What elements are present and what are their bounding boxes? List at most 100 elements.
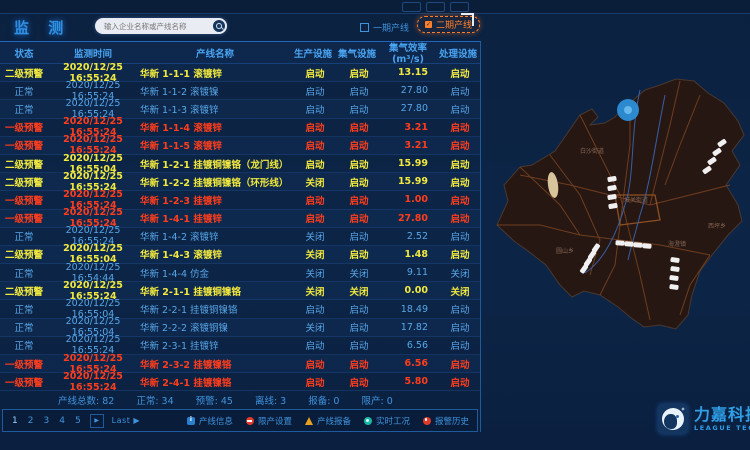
cell-name: 华新 1-2-2 挂镀铜镍铬（环形线） (138, 175, 294, 189)
realtime-icon (364, 417, 372, 425)
cell-proc: 关闭 (438, 284, 482, 298)
cell-prod: 启动 (294, 375, 336, 389)
cell-prod: 启动 (294, 302, 336, 316)
table-row[interactable]: 一级预警2020/12/25 16:55:24华新 2-4-1 挂镀镍铬启动启动… (0, 373, 480, 391)
cell-time: 2020/12/25 16:55:24 (48, 371, 138, 393)
site-marker[interactable] (615, 240, 624, 246)
last-page-button[interactable]: Last ▶ (112, 416, 140, 425)
vendor-name: 力嘉科技 (694, 407, 750, 423)
site-marker[interactable] (633, 242, 642, 248)
cell-gas: 启动 (336, 211, 382, 225)
cell-name: 华新 1-4-4 仿金 (138, 266, 294, 280)
column-header: 监测时间 (48, 46, 138, 60)
column-header: 产线名称 (138, 46, 292, 60)
search-icon[interactable] (213, 20, 225, 32)
cell-status: 二级预警 (0, 175, 48, 189)
cell-eff: 15.99 (382, 176, 438, 187)
cell-status: 正常 (0, 302, 48, 316)
cell-prod: 关闭 (294, 229, 336, 243)
cell-name: 华新 1-4-1 挂镀锌 (138, 211, 294, 225)
cell-proc: 启动 (438, 102, 482, 116)
column-header: 集气设施 (334, 46, 380, 60)
page-number[interactable]: 2 (27, 416, 35, 426)
cell-name: 华新 1-4-2 滚镀锌 (138, 229, 294, 243)
cell-prod: 关闭 (294, 284, 336, 298)
cell-proc: 启动 (438, 66, 482, 80)
cell-name: 华新 1-1-3 滚镀锌 (138, 102, 294, 116)
summary-item: 限产: 0 (361, 393, 392, 407)
cell-status: 一级预警 (0, 138, 48, 152)
cell-name: 华新 2-1-1 挂镀铜镍铬 (138, 284, 294, 298)
cell-status: 一级预警 (0, 211, 48, 225)
cell-name: 华新 1-2-1 挂镀铜镍铬（龙门线） (138, 157, 294, 171)
cell-status: 一级预警 (0, 120, 48, 134)
cell-status: 二级预警 (0, 284, 48, 298)
legend-item-realtime[interactable]: 实时工况 (364, 415, 410, 427)
legend-item-limit[interactable]: 限产设置 (246, 415, 292, 427)
cell-name: 华新 1-1-2 滚镀镍 (138, 84, 294, 98)
legend-item-history[interactable]: 报警历史 (423, 415, 469, 427)
cell-proc: 启动 (438, 247, 482, 261)
vendor-name-en: LEAGUE TECH (694, 425, 750, 432)
cell-eff: 13.15 (382, 67, 438, 78)
cell-status: 一级预警 (0, 193, 48, 207)
column-header: 生产设施 (292, 46, 334, 60)
site-marker[interactable] (624, 241, 633, 247)
cell-gas: 启动 (336, 138, 382, 152)
cell-proc: 启动 (438, 338, 482, 352)
map-region-label: 白沙街道 (580, 147, 604, 155)
cell-name: 华新 1-4-3 滚镀锌 (138, 247, 294, 261)
legend-item-info[interactable]: 产线信息 (187, 415, 233, 427)
page-number[interactable]: 5 (74, 416, 82, 426)
column-header: 处理设施 (436, 46, 480, 60)
legend-label: 报警历史 (435, 415, 469, 427)
cell-proc: 关闭 (438, 266, 482, 280)
cell-status: 一级预警 (0, 357, 48, 371)
cell-eff: 6.56 (382, 340, 438, 351)
cell-name: 华新 1-2-3 挂镀锌 (138, 193, 294, 207)
cell-status: 正常 (0, 320, 48, 334)
site-marker[interactable] (642, 243, 651, 249)
cell-proc: 启动 (438, 211, 482, 225)
column-header: 状态 (0, 46, 48, 60)
page-number[interactable]: 4 (58, 416, 66, 426)
phase1-line-checkbox[interactable]: 一期产线 (360, 21, 409, 34)
vendor-logo: 力嘉科技 LEAGUE TECH (658, 404, 750, 434)
next-page-button[interactable]: ▶ (90, 414, 104, 428)
cell-gas: 启动 (336, 302, 382, 316)
cell-proc: 启动 (438, 229, 482, 243)
cell-prod: 启动 (294, 120, 336, 134)
cell-prod: 启动 (294, 157, 336, 171)
district-map[interactable]: 白沙街道城关街道西坪乡圆山乡海澄镇 (480, 45, 750, 355)
cell-proc: 启动 (438, 157, 482, 171)
cell-name: 华新 2-2-2 滚镀铜镍 (138, 320, 294, 334)
map-region-label: 海澄镇 (668, 240, 686, 248)
cell-proc: 启动 (438, 320, 482, 334)
cell-gas: 启动 (336, 120, 382, 134)
decor-tab (402, 2, 421, 12)
cell-status: 正常 (0, 229, 48, 243)
cell-proc: 启动 (438, 84, 482, 98)
cell-name: 华新 2-3-2 挂镀镍铬 (138, 357, 294, 371)
cell-prod: 关闭 (294, 247, 336, 261)
search-input[interactable] (95, 22, 213, 31)
search-box[interactable] (95, 18, 227, 34)
cell-gas: 启动 (336, 247, 382, 261)
cell-status: 正常 (0, 266, 48, 280)
legend-item-report[interactable]: 产线报备 (305, 415, 351, 427)
map-region-label: 西坪乡 (708, 222, 726, 230)
checkbox-icon[interactable] (360, 23, 369, 32)
summary-item: 离线: 3 (255, 393, 286, 407)
cell-gas: 启动 (336, 320, 382, 334)
cell-name: 华新 1-1-1 滚镀锌 (138, 66, 294, 80)
page-number[interactable]: 1 (11, 416, 19, 426)
cell-name: 华新 2-3-1 挂镀锌 (138, 338, 294, 352)
cell-proc: 启动 (438, 375, 482, 389)
map-region-label: 城关街道 (624, 196, 648, 204)
cell-gas: 关闭 (336, 284, 382, 298)
column-header: 集气效率(m³/s) (380, 40, 436, 65)
summary-item: 报备: 0 (308, 393, 339, 407)
info-icon (187, 417, 195, 425)
page-number[interactable]: 3 (42, 416, 50, 426)
legend: 产线信息 限产设置 产线报备 实时工况 报警历史 (187, 415, 469, 427)
